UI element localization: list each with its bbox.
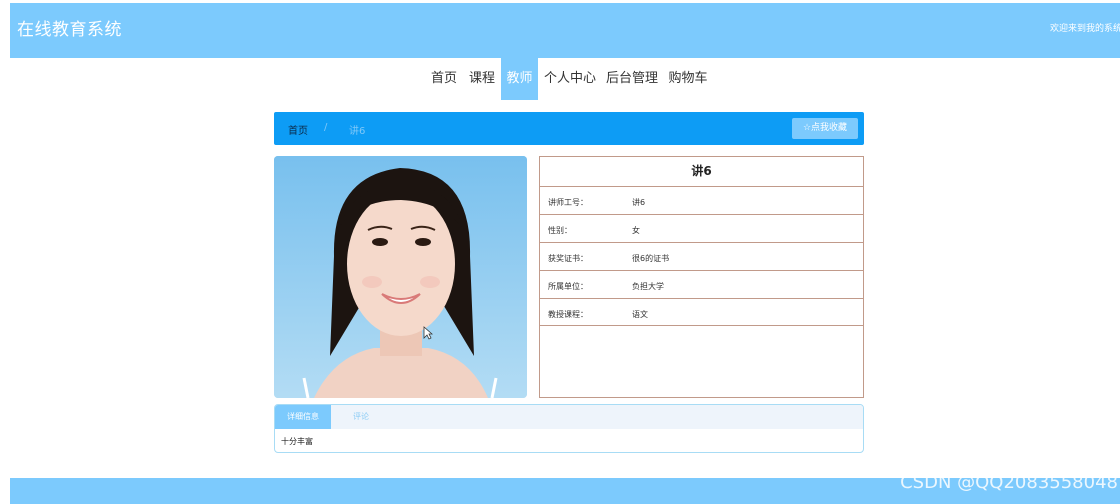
site-title: 在线教育系统: [17, 20, 122, 40]
top-header: 在线教育系统 欢迎来到我的系统: [10, 3, 1120, 58]
nav-teachers[interactable]: 教师: [501, 58, 538, 100]
info-row-course: 教授课程： 语文: [540, 298, 863, 326]
breadcrumb-separator: /: [324, 122, 328, 133]
breadcrumb: 首页 / 讲6 ☆点我收藏: [274, 112, 864, 145]
info-label: 教授课程：: [548, 310, 588, 319]
nav-home[interactable]: 首页: [426, 58, 462, 100]
info-label: 讲师工号：: [548, 198, 588, 207]
info-label: 性别：: [548, 226, 572, 235]
info-row-unit: 所属单位： 负担大学: [540, 270, 863, 298]
nav-courses[interactable]: 课程: [466, 58, 498, 100]
welcome-text: 欢迎来到我的系统: [1050, 24, 1120, 34]
info-row-id: 讲师工号： 讲6: [540, 186, 863, 214]
detail-tabs: 详细信息 评论 十分丰富: [274, 404, 864, 453]
info-value: 女: [632, 226, 640, 235]
nav-personal-center[interactable]: 个人中心: [542, 58, 598, 100]
info-row-certificate: 获奖证书： 很6的证书: [540, 242, 863, 270]
info-value: 负担大学: [632, 282, 664, 291]
mouse-cursor-icon: [423, 326, 433, 340]
tab-comments[interactable]: 评论: [335, 405, 387, 429]
favorite-button[interactable]: ☆点我收藏: [792, 118, 858, 139]
info-label: 获奖证书：: [548, 254, 588, 263]
breadcrumb-current: 讲6: [349, 126, 366, 137]
info-value: 很6的证书: [632, 254, 670, 263]
teacher-photo: [274, 156, 527, 398]
tabs-header: 详细信息 评论: [275, 405, 863, 429]
breadcrumb-home[interactable]: 首页: [288, 122, 308, 137]
info-row-gender: 性别： 女: [540, 214, 863, 242]
portrait-image: [274, 156, 527, 398]
teacher-name: 讲6: [691, 164, 712, 178]
info-label: 所属单位：: [548, 282, 588, 291]
watermark: CSDN @QQ2083558048: [900, 472, 1118, 493]
info-value: 语文: [632, 310, 648, 319]
main-nav: 首页 课程 教师 个人中心 后台管理 购物车: [0, 58, 1120, 100]
tab-content: 十分丰富: [281, 437, 313, 446]
info-value: 讲6: [632, 198, 646, 207]
nav-admin[interactable]: 后台管理: [604, 58, 660, 100]
nav-cart[interactable]: 购物车: [666, 58, 710, 100]
tab-details[interactable]: 详细信息: [275, 405, 331, 429]
teacher-info-panel: 讲6 讲师工号： 讲6 性别： 女 获奖证书： 很6的证书 所属单位： 负担大学…: [539, 156, 864, 398]
